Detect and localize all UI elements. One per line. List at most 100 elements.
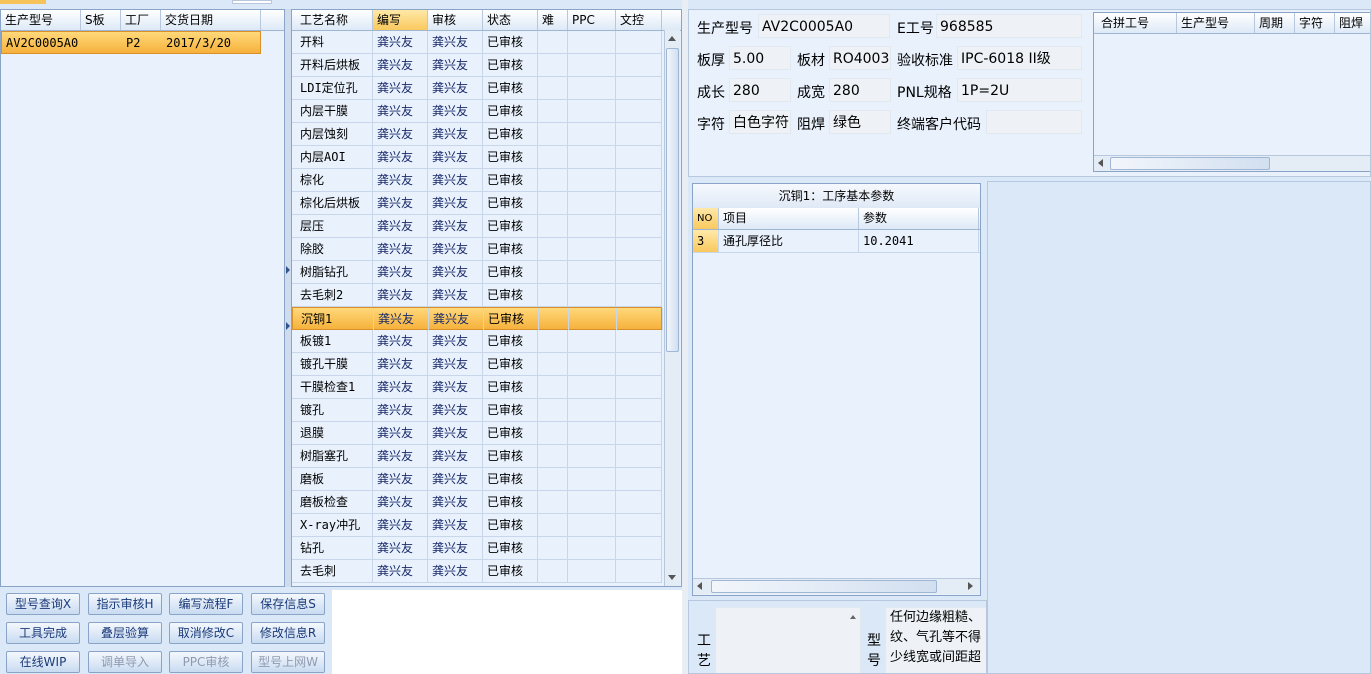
col-param[interactable]: 参数 xyxy=(859,208,979,229)
col-ppc[interactable]: PPC xyxy=(568,10,616,30)
process-status: 已审核 xyxy=(483,284,538,306)
action-button[interactable]: 编写流程F xyxy=(169,593,243,615)
process-row[interactable]: 树脂塞孔 龚兴友 龚兴友 已审核 xyxy=(292,445,662,468)
craft-textarea[interactable] xyxy=(715,607,861,673)
col-combine-model[interactable]: 生产型号 xyxy=(1177,13,1255,33)
process-row[interactable]: 钻孔 龚兴友 龚兴友 已审核 xyxy=(292,537,662,560)
process-status: 已审核 xyxy=(483,560,538,582)
process-row[interactable]: 板镀1 龚兴友 龚兴友 已审核 xyxy=(292,330,662,353)
action-button[interactable]: 叠层验算 xyxy=(88,622,162,644)
process-ppc xyxy=(568,54,616,76)
process-row[interactable]: X-ray冲孔 龚兴友 龚兴友 已审核 xyxy=(292,514,662,537)
col-no[interactable]: NO xyxy=(693,208,719,229)
process-difficulty xyxy=(538,169,568,191)
process-scroll-thumb[interactable] xyxy=(666,48,679,352)
orders-panel: 生产型号 S板 工厂 交货日期 AV2C0005A0 P2 2017/3/20 xyxy=(0,9,285,587)
action-button[interactable]: 调单导入 xyxy=(88,651,162,673)
process-row[interactable]: 内层蚀刻 龚兴友 龚兴友 已审核 xyxy=(292,123,662,146)
process-difficulty xyxy=(538,353,568,375)
process-row[interactable]: 开料 龚兴友 龚兴友 已审核 xyxy=(292,31,662,54)
scroll-left-icon xyxy=(697,582,702,590)
action-button[interactable]: 指示审核H xyxy=(88,593,162,615)
col-status[interactable]: 状态 xyxy=(483,10,538,30)
process-difficulty xyxy=(538,77,568,99)
process-row[interactable]: LDI定位孔 龚兴友 龚兴友 已审核 xyxy=(292,77,662,100)
params-row[interactable]: 3 通孔厚径比 10.2041 xyxy=(693,230,980,253)
bottom-panel: 工艺 型号 任何边缘粗糙、 纹、气孔等不得 少线宽或间距超 xyxy=(688,600,987,674)
process-row[interactable]: 退膜 龚兴友 龚兴友 已审核 xyxy=(292,422,662,445)
process-row[interactable]: 棕化 龚兴友 龚兴友 已审核 xyxy=(292,169,662,192)
action-button[interactable]: 取消修改C xyxy=(169,622,243,644)
action-button[interactable]: PPC审核 xyxy=(169,651,243,673)
combine-hscrollbar[interactable] xyxy=(1094,155,1370,171)
process-ppc xyxy=(568,491,616,513)
material-field[interactable]: RO4003C xyxy=(829,46,891,70)
process-row[interactable]: 镀孔 龚兴友 龚兴友 已审核 xyxy=(292,399,662,422)
process-row[interactable]: 镀孔干膜 龚兴友 龚兴友 已审核 xyxy=(292,353,662,376)
col-process-name[interactable]: 工艺名称 xyxy=(296,10,373,30)
process-row[interactable]: 磨板 龚兴友 龚兴友 已审核 xyxy=(292,468,662,491)
action-button[interactable]: 型号查询X xyxy=(6,593,80,615)
col-combine-id[interactable]: 合拼工号 xyxy=(1097,13,1177,33)
process-doc-control xyxy=(616,376,662,398)
process-name: 钻孔 xyxy=(296,537,373,559)
char-field[interactable]: 白色字符 xyxy=(729,110,791,134)
ework-field[interactable]: 968585 xyxy=(936,14,1082,38)
col-sboard[interactable]: S板 xyxy=(81,10,121,30)
process-writer: 龚兴友 xyxy=(373,422,428,444)
col-combine-char[interactable]: 字符 xyxy=(1295,13,1335,33)
process-row[interactable]: 除胶 龚兴友 龚兴友 已审核 xyxy=(292,238,662,261)
customer-field[interactable] xyxy=(986,110,1082,134)
col-difficulty[interactable]: 难 xyxy=(538,10,568,30)
orders-row[interactable]: AV2C0005A0 P2 2017/3/20 xyxy=(1,31,261,54)
process-row[interactable]: 树脂钻孔 龚兴友 龚兴友 已审核 xyxy=(292,261,662,284)
process-reviewer: 龚兴友 xyxy=(428,77,483,99)
process-status: 已审核 xyxy=(483,123,538,145)
process-row[interactable]: 去毛刺 龚兴友 龚兴友 已审核 xyxy=(292,560,662,583)
col-factory[interactable]: 工厂 xyxy=(121,10,161,30)
standard-field[interactable]: IPC-6018 II级 xyxy=(957,46,1082,70)
action-button[interactable]: 在线WIP xyxy=(6,651,80,673)
process-row[interactable]: 内层干膜 龚兴友 龚兴友 已审核 xyxy=(292,100,662,123)
process-writer: 龚兴友 xyxy=(373,261,428,283)
thickness-field[interactable]: 5.00 xyxy=(729,46,791,70)
process-row[interactable]: 沉铜1 龚兴友 龚兴友 已审核 xyxy=(292,307,663,330)
action-button[interactable]: 保存信息S xyxy=(251,593,325,615)
params-scroll-thumb[interactable] xyxy=(711,580,937,593)
params-hscrollbar[interactable] xyxy=(693,578,980,594)
process-row[interactable]: 开料后烘板 龚兴友 龚兴友 已审核 xyxy=(292,54,662,77)
col-doc-control[interactable]: 文控 xyxy=(616,10,662,30)
process-row[interactable]: 磨板检查 龚兴友 龚兴友 已审核 xyxy=(292,491,662,514)
combine-scroll-thumb[interactable] xyxy=(1110,157,1270,170)
process-row[interactable]: 棕化后烘板 龚兴友 龚兴友 已审核 xyxy=(292,192,662,215)
length-field[interactable]: 280 xyxy=(729,78,791,102)
col-writer[interactable]: 编写 xyxy=(373,10,428,30)
process-reviewer: 龚兴友 xyxy=(428,54,483,76)
action-button[interactable]: 工具完成 xyxy=(6,622,80,644)
process-row[interactable]: 内层AOI 龚兴友 龚兴友 已审核 xyxy=(292,146,662,169)
width-field[interactable]: 280 xyxy=(829,78,891,102)
model-note-text[interactable]: 任何边缘粗糙、 纹、气孔等不得 少线宽或间距超 xyxy=(885,607,986,673)
col-reviewer[interactable]: 审核 xyxy=(428,10,483,30)
process-difficulty xyxy=(538,284,568,306)
process-ppc xyxy=(568,238,616,260)
process-scrollbar[interactable] xyxy=(664,30,680,586)
model-field[interactable]: AV2C0005A0 xyxy=(758,14,890,38)
process-name: 开料 xyxy=(296,31,373,53)
process-row[interactable]: 层压 龚兴友 龚兴友 已审核 xyxy=(292,215,662,238)
pnl-field[interactable]: 1P=2U xyxy=(957,78,1082,102)
mask-label: 阻焊 xyxy=(797,117,825,133)
process-writer: 龚兴友 xyxy=(373,192,428,214)
action-button[interactable]: 型号上网W xyxy=(251,651,325,673)
process-row[interactable]: 去毛刺2 龚兴友 龚兴友 已审核 xyxy=(292,284,662,307)
mask-field[interactable]: 绿色 xyxy=(829,110,891,134)
process-row[interactable]: 干膜检查1 龚兴友 龚兴友 已审核 xyxy=(292,376,662,399)
col-combine-period[interactable]: 周期 xyxy=(1255,13,1295,33)
col-combine-mask[interactable]: 阻焊 xyxy=(1335,13,1370,33)
action-button[interactable]: 修改信息R xyxy=(251,622,325,644)
process-writer: 龚兴友 xyxy=(373,54,428,76)
col-model[interactable]: 生产型号 xyxy=(1,10,81,30)
col-delivery-date[interactable]: 交货日期 xyxy=(161,10,261,30)
process-reviewer: 龚兴友 xyxy=(428,468,483,490)
col-item[interactable]: 项目 xyxy=(719,208,859,229)
